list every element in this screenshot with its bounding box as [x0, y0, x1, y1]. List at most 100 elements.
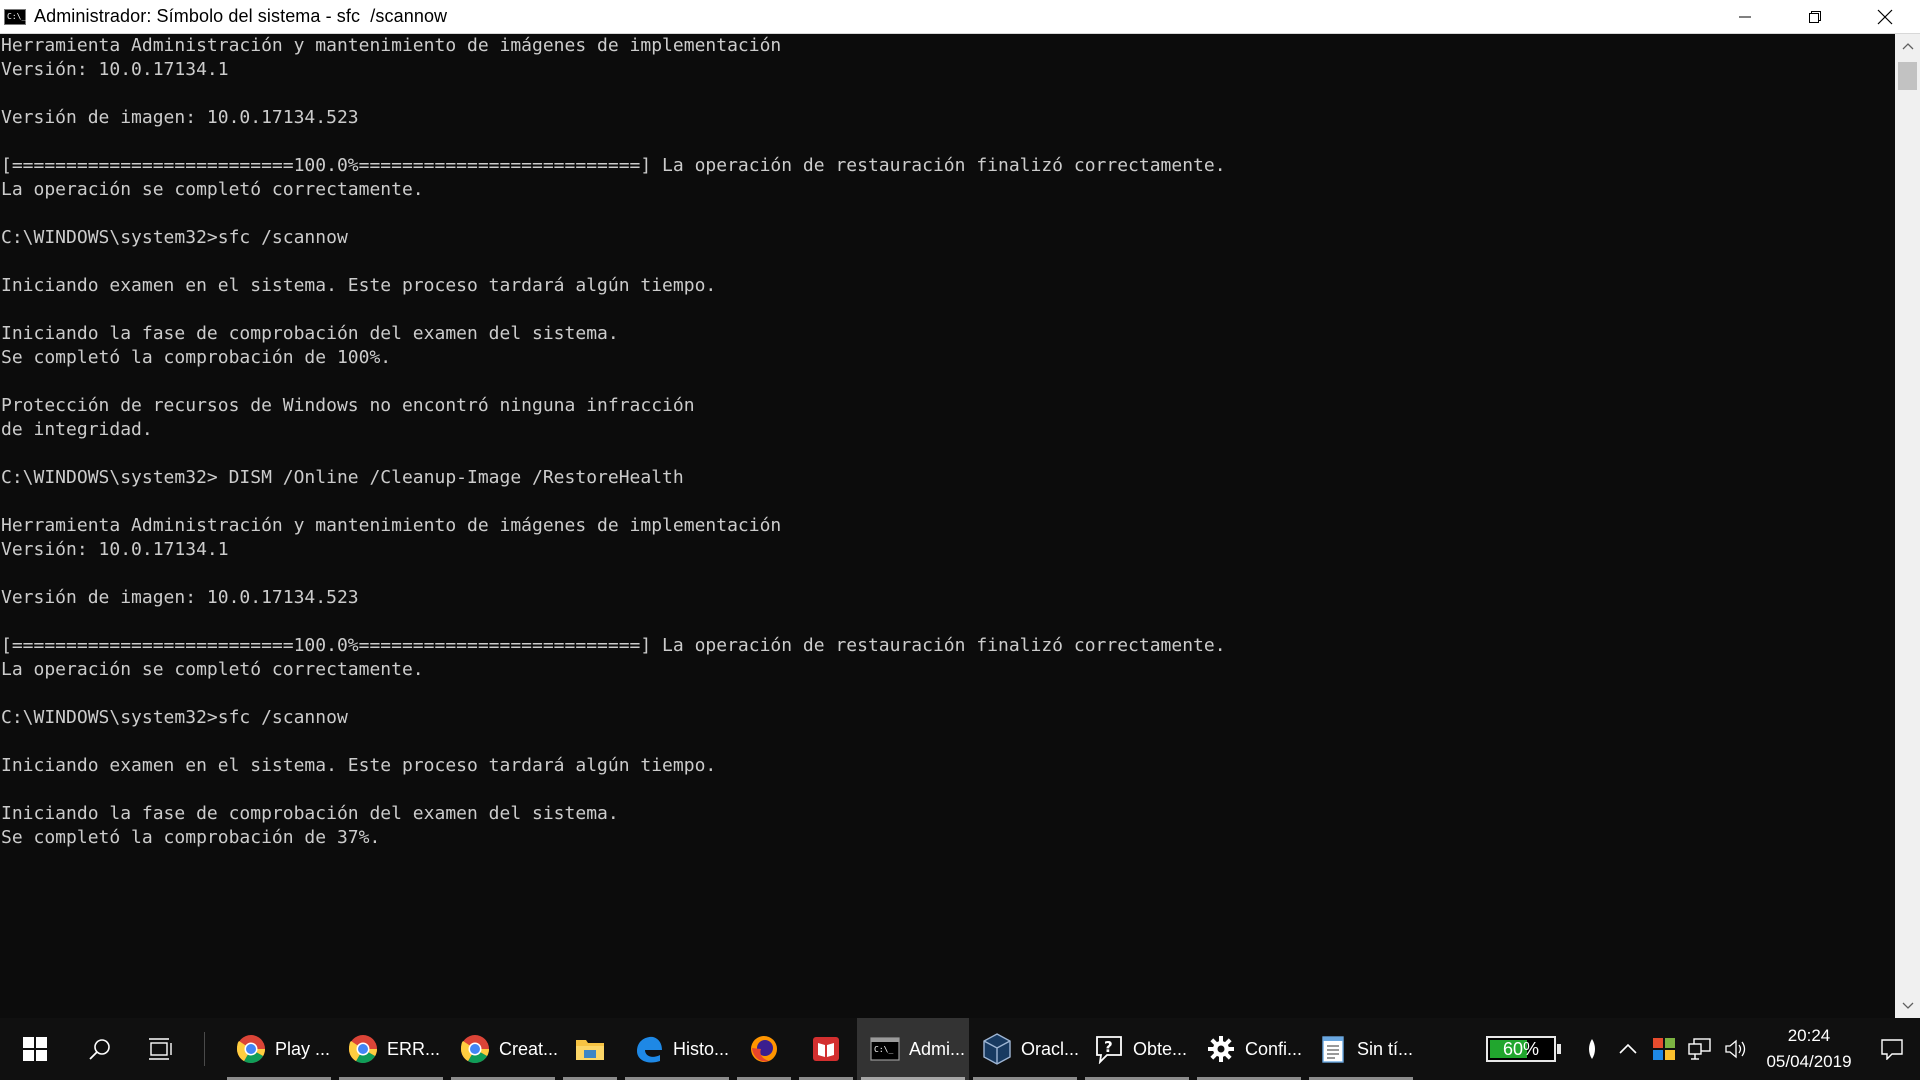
cmd-icon-glyph: C:\_	[7, 11, 27, 21]
windows-logo-icon	[23, 1037, 47, 1061]
console-line: La operación se completó correctamente.	[1, 179, 424, 200]
clock[interactable]: 20:24 05/04/2019	[1754, 1023, 1864, 1075]
taskbar-app-notepad[interactable]: Sin tí...	[1305, 1018, 1417, 1080]
notepad-icon	[1317, 1033, 1349, 1065]
scroll-thumb[interactable]	[1898, 62, 1917, 90]
console-line: C:\WINDOWS\system32>sfc /scannow	[1, 227, 348, 248]
volume-icon[interactable]	[1718, 1018, 1754, 1080]
pen-icon[interactable]	[1574, 1018, 1610, 1080]
taskbar-apps: Play ... ERR... Creat... Histo... C:\_ Admi..…	[223, 1018, 1417, 1080]
folder-icon	[574, 1033, 606, 1065]
console-line: Versión de imagen: 10.0.17134.523	[1, 587, 359, 608]
taskbar-app-file-explorer[interactable]	[559, 1018, 621, 1080]
book-icon	[810, 1033, 842, 1065]
console-line: Iniciando examen en el sistema. Este pro…	[1, 275, 717, 296]
svg-text:?: ?	[1104, 1038, 1113, 1056]
notification-icon	[1881, 1039, 1903, 1060]
minimize-button[interactable]	[1710, 0, 1780, 34]
battery-meter[interactable]: 60%	[1486, 1036, 1561, 1062]
scroll-down-button[interactable]	[1895, 994, 1920, 1018]
network-icon[interactable]	[1682, 1018, 1718, 1080]
taskbar-app-label: ERR...	[387, 1038, 441, 1059]
console-line: La operación se completó correctamente.	[1, 659, 424, 680]
search-button[interactable]	[70, 1018, 130, 1080]
start-button[interactable]	[0, 1018, 70, 1080]
window-controls	[1710, 0, 1920, 34]
console-line: Iniciando la fase de comprobación del ex…	[1, 803, 619, 824]
console-line: Iniciando examen en el sistema. Este pro…	[1, 755, 717, 776]
taskbar-app-label: Obte...	[1133, 1038, 1188, 1059]
restore-button[interactable]	[1780, 0, 1850, 34]
firefox-icon	[748, 1033, 780, 1065]
cmd-icon: C:\_	[869, 1033, 901, 1065]
taskbar-app-firefox[interactable]	[733, 1018, 795, 1080]
clock-date: 05/04/2019	[1766, 1052, 1852, 1071]
restore-icon	[1809, 11, 1821, 23]
taskbar-app-label: Confi...	[1245, 1038, 1303, 1059]
clock-time: 20:24	[1787, 1026, 1831, 1045]
cmd-icon: C:\_	[4, 8, 27, 25]
console-line: C:\WINDOWS\system32> DISM /Online /Clean…	[1, 467, 684, 488]
console-output[interactable]: Herramienta Administración y mantenimien…	[0, 34, 1895, 1018]
console-line: Versión: 10.0.17134.1	[1, 539, 229, 560]
taskbar-app-settings[interactable]: Confi...	[1193, 1018, 1305, 1080]
taskbar-separator	[204, 1032, 205, 1066]
console-line: Herramienta Administración y mantenimien…	[1, 35, 782, 56]
taskbar-app-label: Play ...	[275, 1038, 331, 1059]
chevron-up-icon	[1902, 43, 1913, 50]
scroll-up-button[interactable]	[1895, 34, 1920, 58]
close-button[interactable]	[1850, 0, 1920, 34]
edge-icon	[633, 1033, 665, 1065]
task-view-button[interactable]	[130, 1018, 190, 1080]
console-line: Se completó la comprobación de 37%.	[1, 827, 381, 848]
taskbar-app-virtualbox-oracle[interactable]: Oracl...	[969, 1018, 1081, 1080]
taskbar-app-label: Oracl...	[1021, 1038, 1080, 1059]
taskbar-app-edge-histo[interactable]: Histo...	[621, 1018, 733, 1080]
console-line: Se completó la comprobación de 100%.	[1, 347, 392, 368]
close-icon	[1877, 9, 1893, 25]
console-line: Herramienta Administración y mantenimien…	[1, 515, 782, 536]
taskbar-app-label: Creat...	[499, 1038, 559, 1059]
battery-percent: 60%	[1502, 1038, 1540, 1059]
console-text: Herramienta Administración y mantenimien…	[0, 34, 1895, 850]
taskbar-app-chrome-play[interactable]: Play ...	[223, 1018, 335, 1080]
battery-nub	[1557, 1044, 1561, 1054]
console-line: Versión: 10.0.17134.1	[1, 59, 229, 80]
console-line: Protección de recursos de Windows no enc…	[1, 395, 695, 416]
help-icon: ?	[1093, 1033, 1125, 1065]
console-line: [==========================100.0%=======…	[1, 155, 1226, 176]
taskbar-app-cmd-admin[interactable]: C:\_ Admi...	[857, 1018, 969, 1080]
chevron-up-tray-icon[interactable]	[1610, 1018, 1646, 1080]
taskbar-app-book-app[interactable]	[795, 1018, 857, 1080]
console-line: C:\WINDOWS\system32>sfc /scannow	[1, 707, 348, 728]
console-line: Versión de imagen: 10.0.17134.523	[1, 107, 359, 128]
system-tray: 60% 20:24 05/04/2019	[1486, 1018, 1920, 1080]
title-bar[interactable]: C:\_ Administrador: Símbolo del sistema …	[0, 0, 1920, 34]
vertical-scrollbar[interactable]	[1895, 34, 1920, 1018]
search-icon	[89, 1039, 110, 1060]
gear-icon	[1205, 1033, 1237, 1065]
chevron-down-icon	[1902, 1002, 1913, 1009]
console-line: Iniciando la fase de comprobación del ex…	[1, 323, 619, 344]
svg-text:C:\_: C:\_	[874, 1045, 893, 1054]
taskbar-app-get-help[interactable]: ? Obte...	[1081, 1018, 1193, 1080]
taskbar-app-label: Histo...	[673, 1038, 730, 1059]
console-line: de integridad.	[1, 419, 153, 440]
taskbar-app-chrome-creat[interactable]: Creat...	[447, 1018, 559, 1080]
taskbar-app-chrome-err[interactable]: ERR...	[335, 1018, 447, 1080]
chrome-icon	[235, 1033, 267, 1065]
action-center-button[interactable]	[1864, 1018, 1920, 1080]
chrome-icon	[347, 1033, 379, 1065]
office-icon[interactable]	[1646, 1018, 1682, 1080]
